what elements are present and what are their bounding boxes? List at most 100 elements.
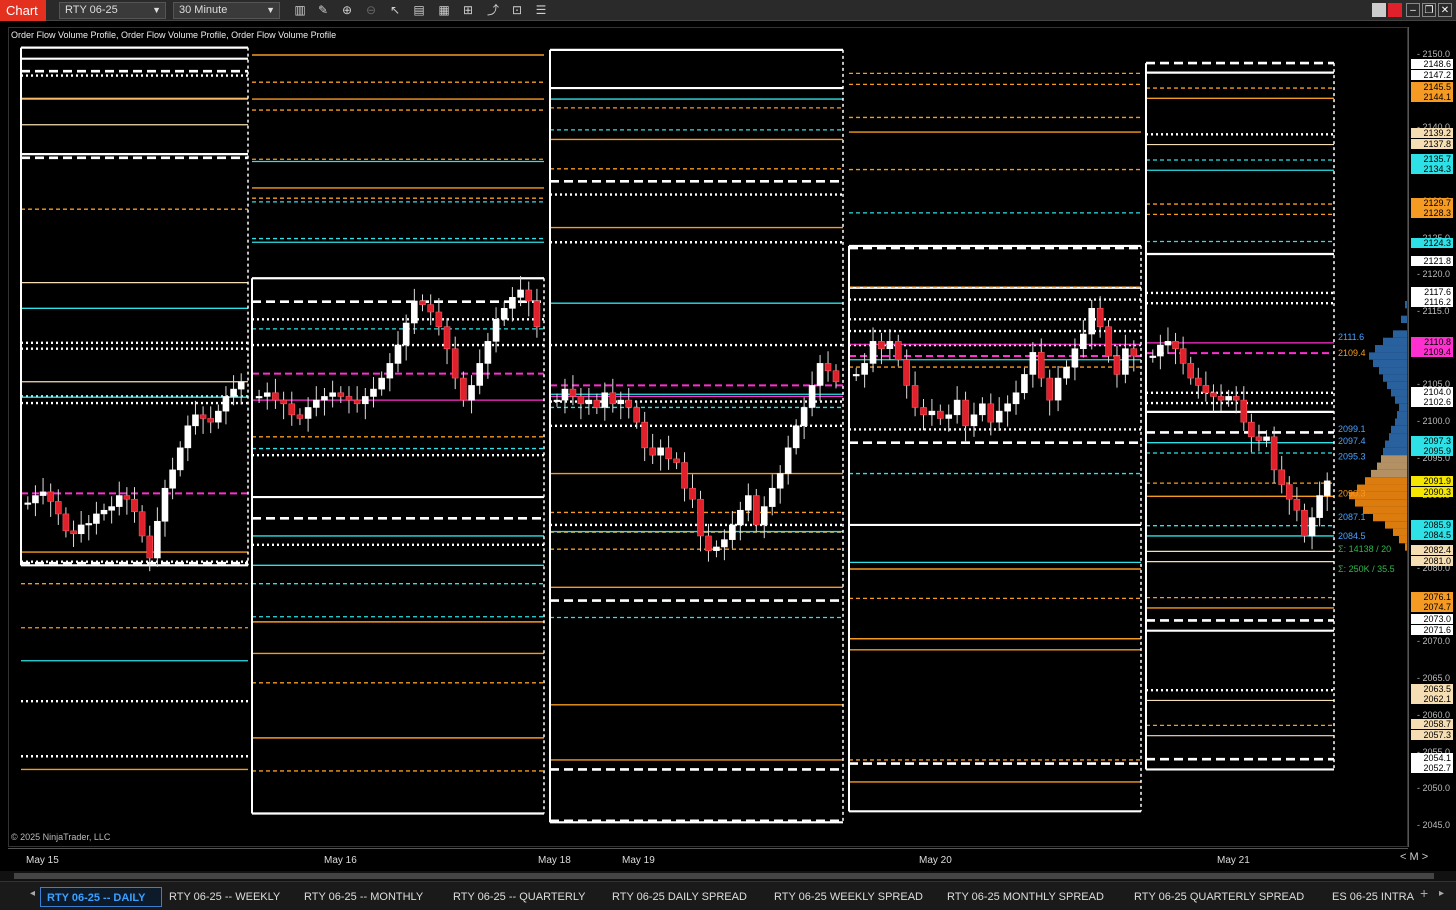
candle-body — [737, 509, 744, 526]
candle-body — [1080, 333, 1087, 350]
candle-body — [296, 414, 304, 419]
tab-rty-06-25-weekly-spread[interactable]: RTY 06-25 WEEKLY SPREAD — [774, 887, 923, 907]
candle-body — [832, 370, 840, 383]
template-icon[interactable]: ▦ — [435, 2, 453, 19]
profile-label: 2095.3 — [1338, 452, 1366, 462]
tab-es-06-25-intrad[interactable]: ES 06-25 INTRAD — [1332, 887, 1414, 907]
time-axis[interactable]: May 15 May 16 May 18 May 19 May 20 May 21 — [8, 848, 1408, 870]
volume-profile-bar — [1395, 418, 1407, 426]
price-level-label: 2128.3 — [1411, 208, 1453, 219]
horizontal-scrollbar[interactable] — [0, 871, 1456, 881]
volume-profile-bar — [1385, 521, 1407, 529]
pointer-icon[interactable]: ↖ — [386, 2, 404, 19]
profile-label: 2099.1 — [1338, 424, 1366, 434]
chart-panel[interactable]: 2111.6 2109.4 2099.1 2097.4 2095.3 2090.3 2087… — [8, 27, 1408, 847]
tab-rty-06-25-daily[interactable]: RTY 06-25 -- DAILY — [40, 887, 162, 907]
maximize-icon[interactable]: ❐ — [1422, 3, 1436, 17]
candle-body — [601, 392, 609, 408]
candle-body — [1285, 484, 1293, 500]
tab-rty-06-25-quarterly-spread[interactable]: RTY 06-25 QUARTERLY SPREAD — [1134, 887, 1304, 907]
bar-type-icon[interactable]: ▥ — [291, 2, 309, 19]
candle-body — [1210, 392, 1217, 397]
tab-scroll-right-icon[interactable]: ▸ — [1439, 888, 1444, 899]
price-level-label: 2090.3 — [1411, 487, 1453, 498]
zoom-out-icon[interactable]: ⊖ — [362, 2, 380, 19]
candle-body — [237, 381, 245, 390]
tab-rty-06-25-monthly-spread[interactable]: RTY 06-25 MONTHLY SPREAD — [947, 887, 1104, 907]
candle-body — [312, 399, 320, 408]
candle-body — [1021, 374, 1028, 394]
candle-body — [1063, 366, 1070, 379]
candle-body — [776, 473, 784, 489]
zoom-in-icon[interactable]: ⊕ — [338, 2, 356, 19]
indicators-icon[interactable]: ⊞ — [459, 2, 477, 19]
price-level-label: 2116.2 — [1411, 297, 1453, 308]
link-color-icon[interactable] — [1372, 3, 1386, 17]
candle-body — [1263, 436, 1270, 441]
price-tick: - 2100.0 — [1417, 416, 1451, 427]
volume-profile-bar — [1375, 345, 1407, 353]
instrument-selector[interactable]: RTY 06-25 ▼ — [59, 2, 166, 19]
volume-profile-bar — [1389, 433, 1407, 441]
candle-body — [1012, 392, 1020, 405]
tab-rty-06-25-monthly[interactable]: RTY 06-25 -- MONTHLY — [304, 887, 423, 907]
interval-selector[interactable]: 30 Minute ▼ — [173, 2, 280, 19]
candle-body — [146, 535, 154, 559]
candle-body — [1088, 308, 1096, 335]
candle-body — [697, 498, 704, 537]
strategies-icon[interactable]: ⤴ — [484, 2, 502, 19]
scrollbar-thumb[interactable] — [14, 873, 1434, 879]
price-level-label: 2148.6 — [1411, 59, 1453, 70]
more-icon[interactable]: ☰ — [532, 2, 550, 19]
draw-icon[interactable]: ✎ — [314, 2, 332, 19]
candle-body — [1096, 308, 1104, 327]
candle-body — [1293, 498, 1301, 511]
instrument-link-icon[interactable] — [1388, 3, 1402, 17]
candle-body — [752, 495, 760, 526]
price-level-label: 2071.6 — [1411, 624, 1453, 635]
price-axis[interactable]: - 2150.0- 2145.0- 2140.0- 2135.0- 2130.0… — [1408, 27, 1456, 847]
volume-profile-bar — [1387, 381, 1407, 390]
candle-body — [154, 520, 161, 559]
price-level-label: 2058.7 — [1411, 719, 1453, 730]
candle-body — [1323, 480, 1331, 496]
volume-profile-bar — [1395, 396, 1407, 404]
volume-profile-bar — [1363, 506, 1407, 514]
tab-scroll-left-icon[interactable]: ◂ — [30, 888, 35, 899]
zoom-controls[interactable]: < M > — [1400, 851, 1428, 863]
candle-body — [476, 363, 484, 386]
price-tick: - 2150.0 — [1417, 49, 1451, 59]
candle-body — [625, 399, 633, 408]
price-chart[interactable]: 2111.6 2109.4 2099.1 2097.4 2095.3 2090.3 2087… — [9, 28, 1408, 847]
candle-body — [215, 410, 222, 423]
candle-body — [54, 501, 62, 515]
candle-body — [1225, 396, 1232, 401]
candle-body — [869, 341, 877, 364]
candle-body — [1004, 403, 1011, 412]
tab-rty-06-25-quarterly[interactable]: RTY 06-25 -- QUARTERLY — [453, 887, 585, 907]
candle-body — [987, 403, 995, 423]
candle-body — [435, 311, 443, 327]
candle-body — [665, 447, 672, 460]
data-box-icon[interactable]: ▤ — [410, 2, 428, 19]
candle-body — [161, 487, 169, 522]
tab-rty-06-25-weekly[interactable]: RTY 06-25 -- WEEKLY — [169, 887, 280, 907]
close-icon[interactable]: ✕ — [1438, 3, 1452, 17]
candle-body — [427, 304, 434, 313]
candle-body — [394, 344, 402, 364]
properties-icon[interactable]: ⊡ — [508, 2, 526, 19]
add-tab-button[interactable]: + — [1420, 885, 1428, 901]
candle-body — [192, 414, 199, 427]
candle-body — [1270, 436, 1278, 471]
candle-body — [792, 425, 800, 449]
candle-body — [304, 407, 312, 419]
tab-rty-06-25-daily-spread[interactable]: RTY 06-25 DAILY SPREAD — [612, 887, 747, 907]
chart-window-tab[interactable]: Chart — [0, 0, 46, 21]
price-level-label: 2084.5 — [1411, 529, 1453, 540]
minimize-icon[interactable]: – — [1406, 3, 1420, 17]
copyright-text: © 2025 NinjaTrader, LLC — [11, 832, 111, 842]
candle-body — [353, 399, 361, 405]
candle-body — [207, 418, 215, 423]
price-level-label: 2110.8 — [1411, 336, 1453, 347]
profile-label: 2090.3 — [1338, 488, 1366, 498]
